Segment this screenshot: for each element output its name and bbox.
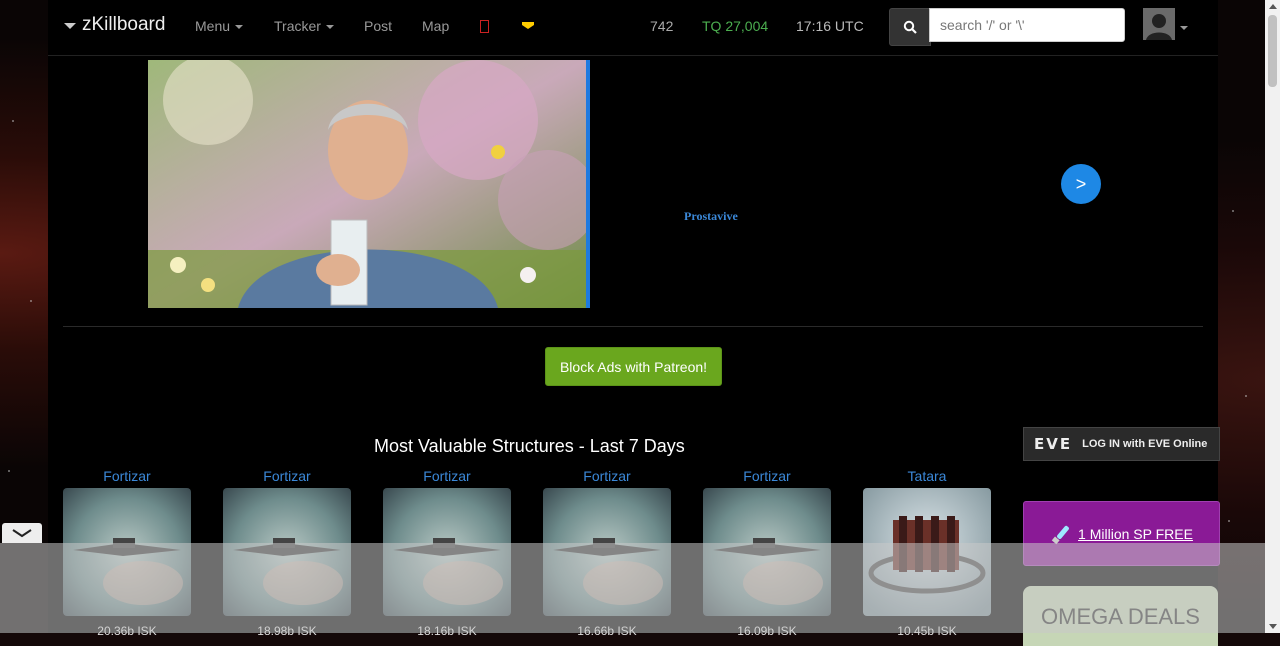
scroll-up-icon[interactable] xyxy=(1269,4,1277,9)
collapse-overlay-button[interactable] xyxy=(2,523,42,543)
nav-menu[interactable]: Menu xyxy=(195,18,244,34)
search-input[interactable] xyxy=(929,8,1125,42)
avatar[interactable] xyxy=(1143,8,1175,40)
brand-name: zKillboard xyxy=(82,14,166,35)
ad-link[interactable]: Prostavive xyxy=(684,209,738,224)
search-button[interactable] xyxy=(889,8,931,46)
ad-photo xyxy=(148,60,586,308)
chevron-down-icon xyxy=(235,25,244,30)
star xyxy=(1232,210,1234,212)
nav-map[interactable]: Map xyxy=(422,18,449,34)
injector-icon xyxy=(1051,525,1069,544)
star xyxy=(8,470,10,472)
sp-promo-link[interactable]: 1 Million SP FREE xyxy=(1078,526,1193,542)
kill-count: 742 xyxy=(650,18,674,34)
tq-status: TQ 27,004 xyxy=(702,18,769,34)
star xyxy=(1245,395,1247,397)
yellow-flag-icon[interactable] xyxy=(522,22,534,30)
structure-name[interactable]: Fortizar xyxy=(383,468,511,487)
star xyxy=(1228,520,1230,522)
scroll-down-icon[interactable] xyxy=(1269,624,1277,629)
nav-menu-label: Menu xyxy=(195,18,231,34)
eve-login-button[interactable]: EVE LOG IN with EVE Online xyxy=(1023,427,1220,461)
bottom-overlay xyxy=(0,543,1265,633)
ad-image[interactable] xyxy=(148,60,590,308)
nav-post[interactable]: Post xyxy=(364,18,392,34)
chevron-down-icon[interactable] xyxy=(1180,26,1188,30)
navbar: zKillboard Menu Tracker Post Map 742 TQ … xyxy=(48,0,1218,56)
star xyxy=(12,120,14,122)
eve-logo: EVE xyxy=(1034,435,1073,453)
star xyxy=(30,300,32,302)
main-container: zKillboard Menu Tracker Post Map 742 TQ … xyxy=(48,0,1220,646)
structure-name[interactable]: Fortizar xyxy=(543,468,671,487)
eve-login-label: LOG IN with EVE Online xyxy=(1082,438,1208,450)
section-title: Most Valuable Structures - Last 7 Days xyxy=(374,436,685,456)
brand-caret-icon xyxy=(64,23,76,29)
structure-name[interactable]: Fortizar xyxy=(63,468,191,487)
chevron-down-icon xyxy=(12,529,32,538)
red-flag-icon[interactable] xyxy=(480,20,489,33)
patreon-button[interactable]: Block Ads with Patreon! xyxy=(545,347,722,386)
search-icon xyxy=(903,20,917,34)
structure-name[interactable]: Tatara xyxy=(863,468,991,487)
ad-next-button[interactable]: > xyxy=(1061,164,1101,204)
nav-tracker[interactable]: Tracker xyxy=(274,18,334,34)
scroll-thumb[interactable] xyxy=(1268,15,1277,87)
chevron-down-icon xyxy=(325,25,334,30)
structure-name[interactable]: Fortizar xyxy=(703,468,831,487)
structure-name[interactable]: Fortizar xyxy=(223,468,351,487)
search-bar xyxy=(889,8,1127,46)
user-silhouette-icon xyxy=(1143,8,1175,40)
server-time: 17:16 UTC xyxy=(796,18,864,34)
nav-tracker-label: Tracker xyxy=(274,18,321,34)
scrollbar[interactable] xyxy=(1265,0,1280,633)
brand-logo[interactable]: zKillboard xyxy=(64,14,165,36)
divider xyxy=(63,326,1203,327)
